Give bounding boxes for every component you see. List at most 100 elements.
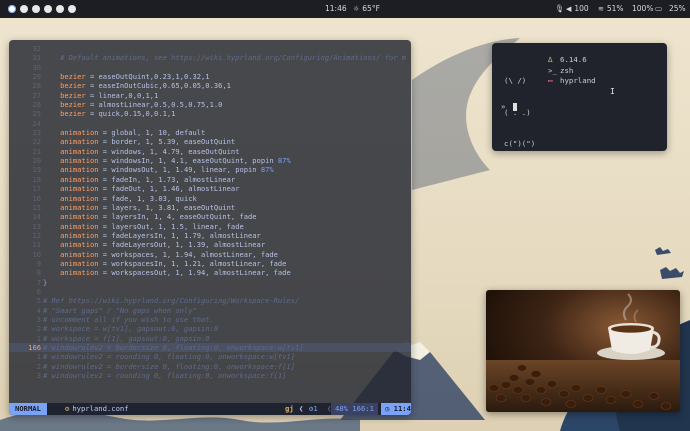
line-number: 8 [36,268,41,278]
prompt-symbol: » [501,102,510,111]
line-number: 28 [32,81,41,91]
workspace-indicator-5[interactable] [56,5,64,13]
code-token: animation [43,258,99,268]
code-line[interactable]: 29 bezier = easeOutQuint,0.23,1,0.32,1 [9,72,411,81]
code-line[interactable]: 6 [9,287,411,296]
editor-window[interactable]: 32 31 # Default animations, see https://w… [9,40,411,415]
line-number: 9 [36,258,41,268]
code-line[interactable]: 14 animation = layersIn, 1, 4, easeOutQu… [9,212,411,221]
code-line[interactable]: 3 # windowrulev2 = rounding 0, floating:0… [9,371,411,380]
code-line[interactable]: 10 animation = workspaces, 1, 1.94, almo… [9,250,411,259]
battery[interactable]: 100% [632,4,653,14]
code-token: } [43,277,48,287]
line-number: 17 [32,184,41,194]
code-line[interactable]: 11 animation = fadeLayersOut, 1, 1.39, a… [9,240,411,249]
code-token: = windows, 1, 4.79, easeOutQuint [98,146,240,156]
code-line[interactable]: 19 animation = windowsOut, 1, 1.49, line… [9,165,411,174]
code-line[interactable]: 31 # Default animations, see https://wik… [9,53,411,62]
speaker-icon: ◀ [566,5,572,13]
network[interactable]: ≋ 51% [598,4,624,14]
code-token: 87% [277,156,291,166]
code-token: animation [43,174,99,184]
wm-value: hyprland [560,76,596,85]
line-text: bezier = almostLinear,0.5,0.5,0.75,1.0 [43,100,222,109]
top-bar: 11:46 ☼ 65°F 🎙 ◀ 100 ≋ 51% 100% ▭ 25% [0,0,690,18]
line-text: # uncomment all if you wish to use that. [43,315,214,324]
code-line[interactable]: 13 animation = layersOut, 1, 1.5, linear… [9,222,411,231]
clock[interactable]: 11:46 [325,4,347,14]
line-number: 31 [32,53,41,63]
line-text: # windowrulev2 = bordersize 0, floating:… [43,362,295,371]
code-line[interactable]: 8 animation = workspacesOut, 1, 1.94, al… [9,268,411,277]
line-text: animation = layers, 1, 3.81, easeOutQuin… [43,203,235,212]
code-line[interactable]: 23 animation = global, 1, 10, default [9,128,411,137]
line-number: 23 [32,128,41,138]
line-number: 3 [36,314,41,324]
code-line[interactable]: 30 [9,63,411,72]
code-line[interactable]: 4 # "Smart gaps" / "No gaps when only" [9,306,411,315]
code-line[interactable]: 12 animation = fadeLayersIn, 1, 1.79, al… [9,231,411,240]
code-line[interactable]: 17 animation = fadeOut, 1, 1.46, almostL… [9,184,411,193]
code-line[interactable]: 22 animation = border, 1, 5.39, easeOutQ… [9,137,411,146]
code-line[interactable]: 7} [9,278,411,287]
shell-row: >_ zsh [548,66,596,77]
line-text: animation = fade, 1, 3.03, quick [43,194,197,203]
ascii-art: (\ /) ( . .) c(")(") [504,55,535,171]
code-line[interactable]: 5 # Ref https://wiki.hyprland.org/Configu… [9,296,411,305]
coffee-photo [486,290,680,412]
code-token: = border, 1, 5.39, easeOutQuint [98,137,236,147]
microphone-icon[interactable]: 🎙 [555,4,565,14]
code-line[interactable]: 2 # workspace = w[tv1], gapsout:0, gapsin… [9,324,411,333]
code-line[interactable]: 2 # windowrulev2 = bordersize 0, floating… [9,362,411,371]
workspace-indicator-4[interactable] [44,5,52,13]
code-line[interactable]: 25 bezier = quick,0.15,0,0.1,1 [9,109,411,118]
code-token: # workspace = w[tv1], gapsout:0, gapsin:… [43,324,219,334]
monitor-icon: ▭ [548,76,553,85]
brightness[interactable]: 25% [669,4,686,14]
line-number: 24 [32,118,41,128]
workspace-indicator-1[interactable] [8,5,16,13]
line-text: animation = layersIn, 1, 4, easeOutQuint… [43,212,256,221]
code-line-current[interactable]: 166 # windowrulev2 = bordersize 0, floati… [9,343,411,353]
line-text: # workspace = f[1], gapsout:0, gapsin:0 [43,334,210,343]
image-viewer-window[interactable] [486,290,680,412]
workspace-indicator-3[interactable] [32,5,40,13]
code-token: # workspace = f[1], gapsout:0, gapsin:0 [43,333,210,343]
code-line[interactable]: 27 bezier = linear,0,0,1,1 [9,91,411,100]
code-line[interactable]: 20 animation = windowsIn, 1, 4.1, easeOu… [9,156,411,165]
weather[interactable]: ☼ 65°F [353,4,380,14]
code-token: = easeInOutCubic,0.65,0.05,0.36,1 [85,81,231,91]
shell-prompt[interactable]: » [501,102,517,111]
volume[interactable]: ◀ 100 [566,4,589,14]
code-token: # "Smart gaps" / "No gaps when only" [43,305,197,315]
code-token: = almostLinear,0.5,0.5,0.75,1.0 [85,100,223,110]
code-line[interactable]: 21 animation = windows, 1, 4.79, easeOut… [9,147,411,156]
code-line[interactable]: 32 [9,44,411,53]
line-number: 10 [32,249,41,259]
code-token: animation [43,184,99,194]
line-number: 2 [36,324,41,334]
code-line[interactable]: 26 bezier = almostLinear,0.5,0.5,0.75,1.… [9,100,411,109]
code-line[interactable]: 24 [9,119,411,128]
code-token: = layersOut, 1, 1.5, linear, fade [98,221,244,231]
code-line[interactable]: 18 animation = fadeIn, 1, 1.73, almostLi… [9,175,411,184]
terminal-window[interactable]: (\ /) ( . .) c(")(") ∆ 6.14.6 >_ zsh ▭ hypr… [492,43,667,151]
code-line[interactable]: 16 animation = fade, 1, 3.03, quick [9,194,411,203]
code-line[interactable]: 1 # workspace = f[1], gapsout:0, gapsin:0 [9,334,411,343]
line-text: # windowrulev2 = bordersize 0, floating:… [43,343,304,352]
code-line[interactable]: 28 bezier = easeInOutCubic,0.65,0.05,0.3… [9,81,411,90]
code-line[interactable]: 1 # windowrulev2 = rounding 0, floating:0… [9,352,411,361]
line-number: 2 [36,361,41,371]
code-line[interactable]: 3 # uncomment all if you wish to use that… [9,315,411,324]
code-token: = workspacesIn, 1, 1.21, almostLinear, f… [98,258,287,268]
workspace-indicator-2[interactable] [20,5,28,13]
code-line[interactable]: 9 animation = workspacesIn, 1, 1.21, alm… [9,259,411,268]
line-text: animation = workspaces, 1, 1.94, almostL… [43,250,278,259]
line-number: 4 [36,305,41,315]
line-number: 1 [36,352,41,362]
workspace-indicator-6[interactable] [68,5,76,13]
line-number: 29 [32,72,41,82]
ascii-line: c(")(") [504,139,536,148]
code-line[interactable]: 15 animation = layers, 1, 3.81, easeOutQ… [9,203,411,212]
code-area[interactable]: 32 31 # Default animations, see https://w… [9,44,411,380]
